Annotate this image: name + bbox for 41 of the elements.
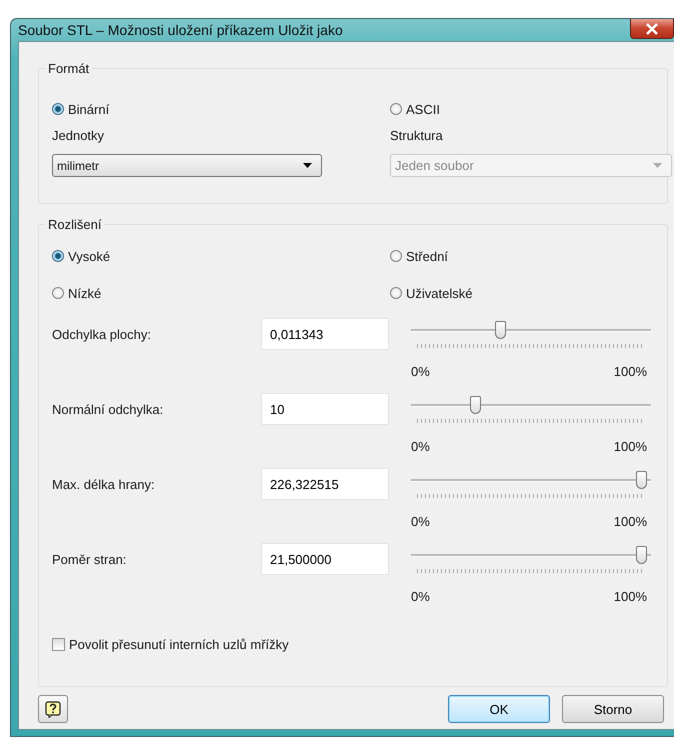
dropdown-arrow-icon bbox=[653, 163, 662, 168]
slider-min-label: 0% bbox=[411, 514, 430, 529]
help-button[interactable] bbox=[38, 695, 68, 723]
checkbox-option[interactable]: Povolit přesunutí interních uzlů mřížky bbox=[52, 637, 653, 652]
value-field[interactable]: 226,322515 bbox=[261, 468, 389, 500]
value-field[interactable]: 10 bbox=[261, 393, 389, 425]
radio-option[interactable]: Binární bbox=[52, 98, 390, 120]
radio-option[interactable]: Střední bbox=[390, 245, 653, 267]
parameter-label: Max. délka hrany: bbox=[52, 476, 156, 492]
value-field[interactable]: 0,011343 bbox=[261, 318, 389, 350]
close-icon bbox=[645, 22, 659, 34]
help-icon bbox=[45, 700, 61, 718]
radio-option[interactable]: Vysoké bbox=[52, 245, 390, 267]
slider-max-label: 100% bbox=[614, 439, 647, 454]
slider-thumb[interactable] bbox=[470, 396, 482, 414]
parameter-label: Poměr stran: bbox=[52, 551, 128, 567]
slider-thumb[interactable] bbox=[494, 321, 506, 339]
slider-max-label: 100% bbox=[614, 589, 647, 604]
window-title: Soubor STL – Možnosti uložení příkazem Uložit jako bbox=[18, 22, 343, 38]
dialog-button[interactable]: OK bbox=[448, 695, 550, 723]
slider-min-label: 0% bbox=[411, 589, 430, 604]
close-button[interactable] bbox=[630, 19, 674, 39]
parameter-label: Normální odchylka: bbox=[52, 401, 164, 417]
slider-min-label: 0% bbox=[411, 439, 430, 454]
slider-min-label: 0% bbox=[411, 364, 430, 379]
radio-option[interactable]: ASCII bbox=[390, 98, 653, 120]
radio-option[interactable]: Nízké bbox=[52, 282, 390, 304]
dialog-button[interactable]: Storno bbox=[562, 695, 664, 723]
radio-option[interactable]: Uživatelské bbox=[390, 282, 653, 304]
field-label: Struktura bbox=[390, 128, 444, 143]
group-label: Formát bbox=[45, 61, 92, 76]
slider-thumb[interactable] bbox=[636, 546, 647, 564]
slider-max-label: 100% bbox=[614, 364, 647, 379]
slider-thumb[interactable] bbox=[636, 471, 647, 489]
group-label: Rozlišení bbox=[45, 217, 104, 232]
value-field[interactable]: 21,500000 bbox=[261, 543, 389, 575]
parameter-label: Odchylka plochy: bbox=[52, 326, 152, 342]
slider-max-label: 100% bbox=[614, 514, 647, 529]
dropdown[interactable]: milimetr bbox=[52, 154, 322, 177]
dropdown-arrow-icon bbox=[303, 163, 312, 168]
field-label: Jednotky bbox=[52, 128, 106, 143]
